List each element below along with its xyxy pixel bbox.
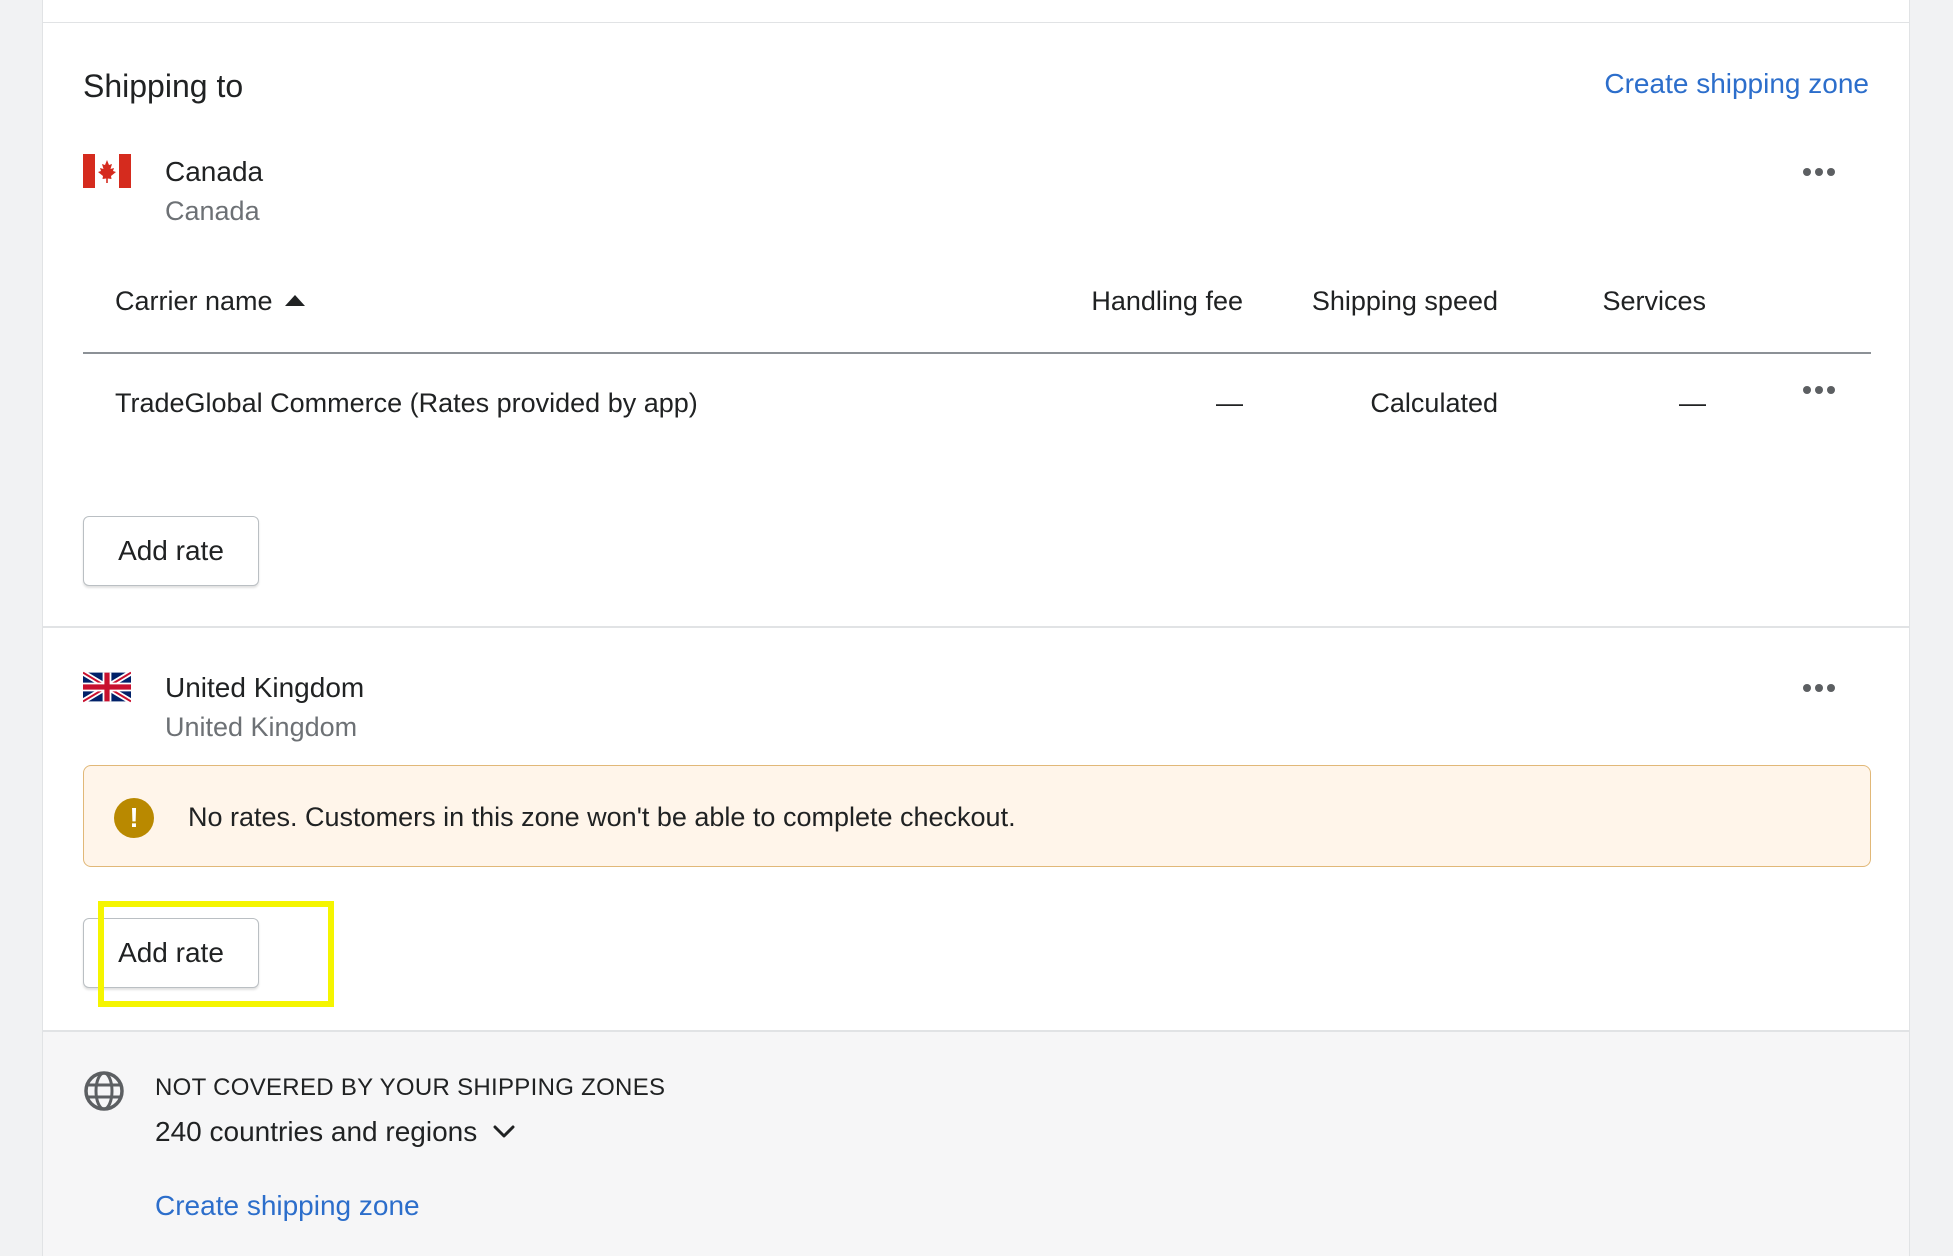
footer-divider (43, 1030, 1909, 1032)
create-shipping-zone-link-bottom[interactable]: Create shipping zone (155, 1190, 420, 1222)
zone-name: Canada (165, 156, 264, 187)
uk-flag-icon (83, 670, 131, 704)
column-header-services: Services (1602, 286, 1706, 316)
zone-subtitle: Canada (165, 196, 260, 226)
countries-toggle[interactable]: 240 countries and regions (155, 1116, 517, 1148)
not-covered-title: NOT COVERED BY YOUR SHIPPING ZONES (155, 1074, 666, 1101)
chevron-down-icon (493, 1125, 515, 1138)
zone-header-united-kingdom: United Kingdom United Kingdom (83, 668, 1871, 758)
zone-header-canada: Canada Canada (83, 152, 1871, 242)
column-header-carrier-name[interactable]: Carrier name (115, 286, 305, 317)
add-rate-button-canada[interactable]: Add rate (83, 516, 259, 586)
column-label: Carrier name (115, 286, 273, 316)
section-title: Shipping to (83, 68, 244, 104)
row-more-actions-button[interactable] (1797, 370, 1841, 410)
column-header-shipping-speed: Shipping speed (1311, 286, 1498, 316)
canada-flag-icon (83, 154, 131, 188)
carrier-name-cell: TradeGlobal Commerce (Rates provided by … (115, 388, 698, 418)
no-rates-warning-banner: ! No rates. Customers in this zone won't… (83, 765, 1871, 867)
rates-table-header: Carrier name Handling fee Shipping speed… (83, 278, 1871, 354)
sort-ascending-icon (284, 295, 305, 306)
warning-text: No rates. Customers in this zone won't b… (188, 802, 1016, 832)
zone-more-actions-button[interactable] (1797, 668, 1841, 708)
add-rate-button-united-kingdom[interactable]: Add rate (83, 918, 259, 988)
services-cell: — (1679, 388, 1706, 418)
zone-subtitle: United Kingdom (165, 712, 358, 742)
warning-icon: ! (114, 798, 154, 838)
zone-divider (43, 626, 1909, 628)
top-divider (43, 22, 1909, 23)
create-shipping-zone-link[interactable]: Create shipping zone (1604, 68, 1869, 100)
globe-icon (84, 1071, 124, 1111)
column-header-handling-fee: Handling fee (1091, 286, 1243, 316)
shipping-speed-cell: Calculated (1370, 388, 1498, 418)
zone-more-actions-button[interactable] (1797, 152, 1841, 192)
countries-count: 240 countries and regions (155, 1116, 478, 1147)
table-row: TradeGlobal Commerce (Rates provided by … (83, 352, 1871, 462)
not-covered-section: NOT COVERED BY YOUR SHIPPING ZONES 240 c… (43, 1030, 1909, 1256)
shipping-card: Shipping to Create shipping zone Canada … (42, 0, 1910, 1256)
handling-fee-cell: — (1216, 388, 1243, 418)
zone-name: United Kingdom (165, 672, 365, 703)
